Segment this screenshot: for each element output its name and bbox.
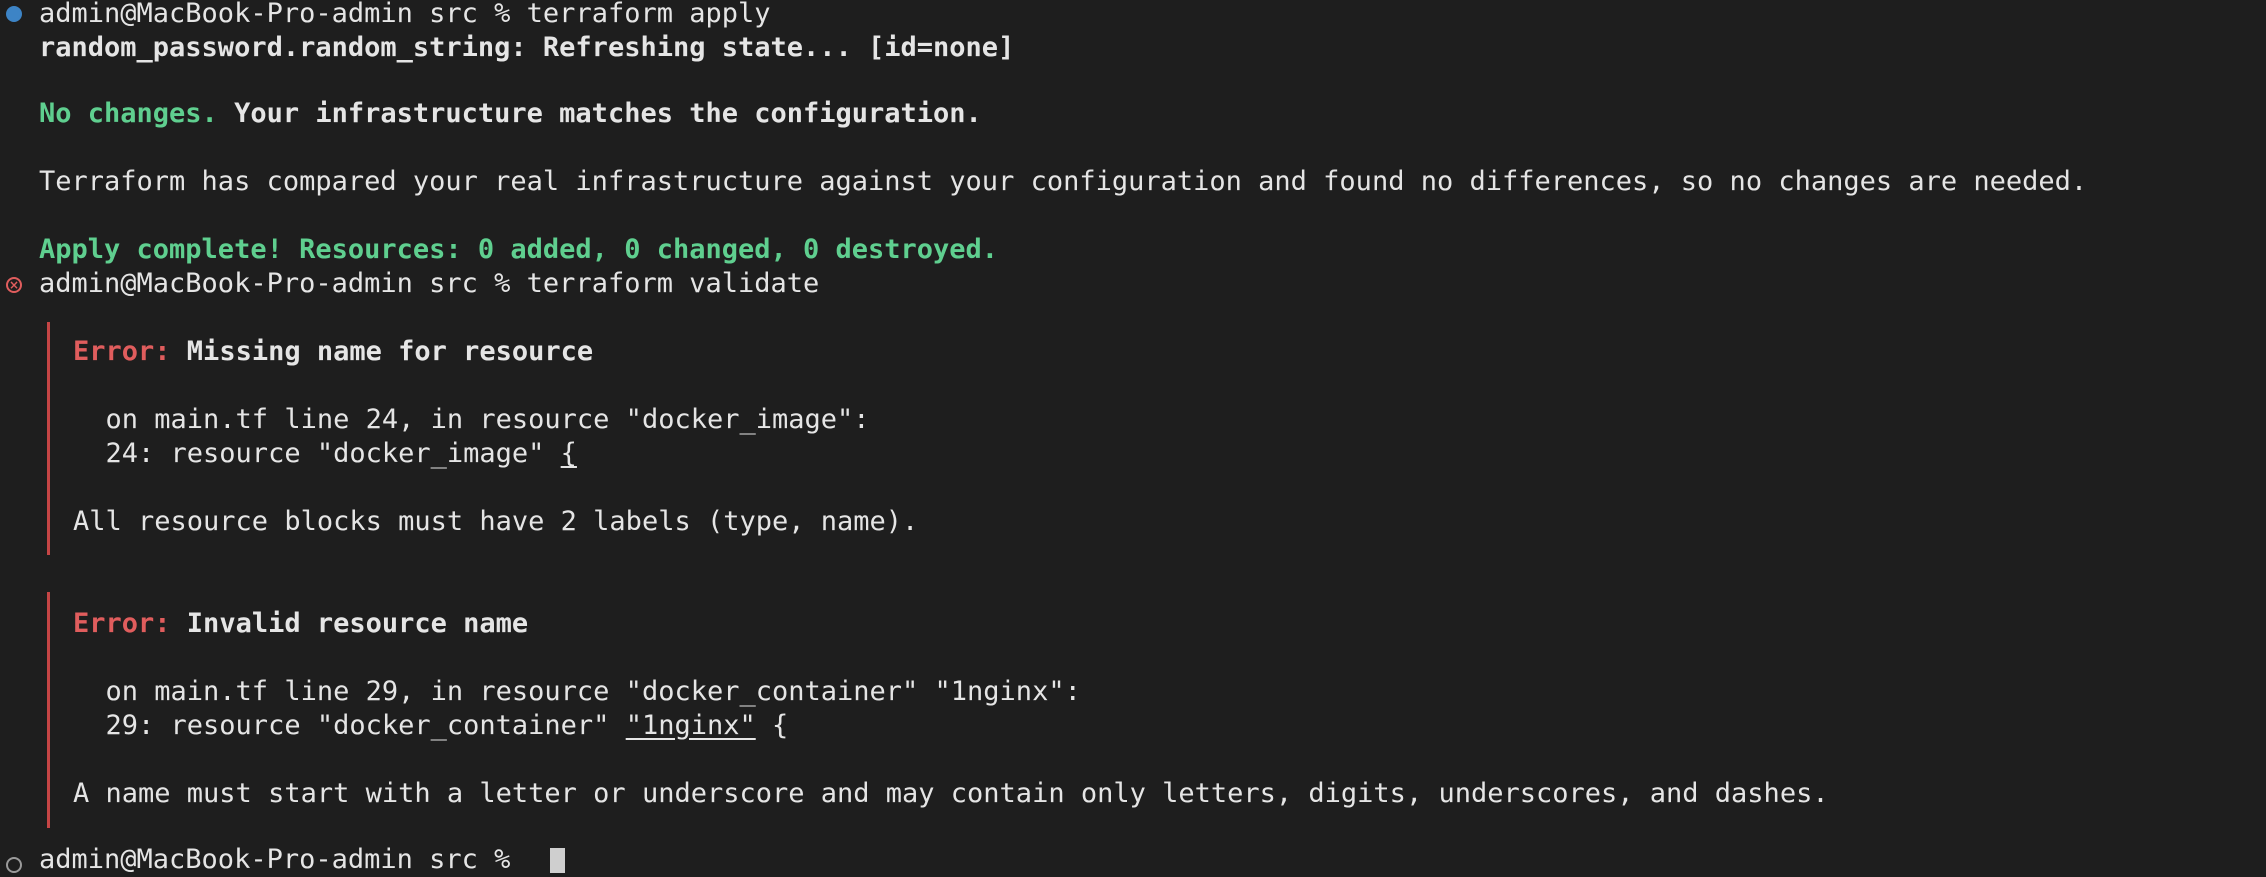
error-label: Error: (73, 336, 171, 367)
command-line-apply: admin@MacBook-Pro-admin src % terraform … (39, 0, 771, 31)
code-prefix: 24: resource "docker_image" (73, 438, 561, 469)
error-title-line: Error: Invalid resource name (73, 607, 528, 641)
code-suffix: { (755, 710, 789, 741)
current-prompt[interactable]: admin@MacBook-Pro-admin src % (39, 843, 527, 877)
command-line-validate: admin@MacBook-Pro-admin src % terraform … (39, 267, 819, 301)
error-title-line: Error: Missing name for resource (73, 335, 593, 369)
terminal-cursor (550, 848, 565, 873)
error-message: A name must start with a letter or under… (73, 778, 1829, 809)
shell-prompt: admin@MacBook-Pro-admin src % (39, 0, 527, 29)
command-success-icon[interactable] (6, 6, 22, 22)
prompt-status-icon[interactable] (6, 857, 22, 873)
error-block-border (47, 592, 50, 828)
code-highlight: { (560, 438, 577, 469)
code-highlight: "1nginx" (625, 710, 756, 741)
error-title: Invalid resource name (170, 608, 529, 639)
command-error-icon[interactable]: × (6, 277, 22, 293)
error-code-line: 29: resource "docker_container" "1nginx"… (73, 709, 789, 743)
refresh-line: random_password.random_string: Refreshin… (39, 32, 1015, 63)
error-location: on main.tf line 24, in resource "docker_… (73, 404, 870, 435)
compared-line: Terraform has compared your real infrast… (39, 166, 2088, 197)
command-text: terraform validate (526, 268, 820, 299)
error-title: Missing name for resource (170, 336, 594, 367)
error-label: Error: (73, 608, 171, 639)
no-changes-message: Your infrastructure matches the configur… (217, 98, 982, 129)
error-code-line: 24: resource "docker_image" { (73, 437, 577, 471)
command-text: terraform apply (526, 0, 771, 29)
error-block-border (47, 322, 50, 555)
no-changes-label: No changes. (39, 98, 218, 129)
shell-prompt: admin@MacBook-Pro-admin src % (39, 268, 527, 299)
code-prefix: 29: resource "docker_container" (73, 710, 626, 741)
apply-complete-line: Apply complete! Resources: 0 added, 0 ch… (39, 234, 999, 265)
error-message: All resource blocks must have 2 labels (… (73, 506, 919, 537)
error-location: on main.tf line 29, in resource "docker_… (73, 676, 1081, 707)
no-changes-line: No changes. Your infrastructure matches … (39, 97, 982, 131)
